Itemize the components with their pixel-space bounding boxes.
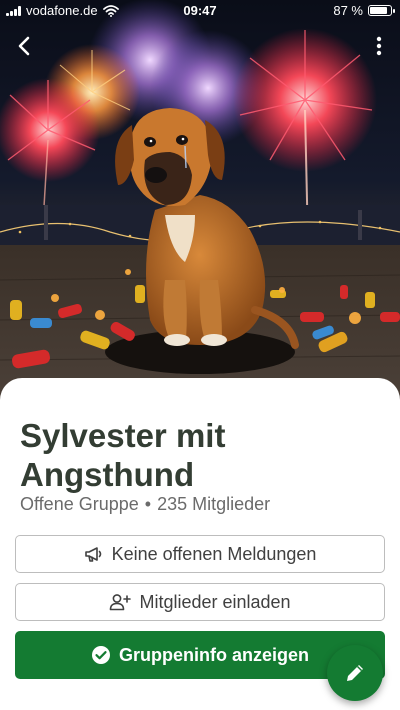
pencil-icon — [347, 665, 363, 681]
member-count: 235 Mitglieder — [157, 494, 271, 514]
battery-percent: 87 % — [333, 3, 363, 18]
battery-icon — [368, 5, 395, 16]
group-meta: Offene Gruppe • 235 Mitglieder — [20, 494, 270, 515]
back-button[interactable] — [12, 32, 36, 60]
chevron-left-icon — [18, 36, 30, 56]
more-options-button[interactable] — [372, 34, 386, 58]
vertical-dots-icon — [376, 36, 382, 56]
invite-members-label: Mitglieder einladen — [139, 591, 291, 612]
show-group-info-label: Gruppeninfo anzeigen — [118, 644, 309, 665]
invite-members-button[interactable]: Mitglieder einladen — [15, 583, 385, 621]
group-title: Sylvester mit Angsthund — [20, 417, 226, 493]
check-circle-icon — [91, 646, 110, 664]
group-cover-image — [0, 0, 400, 400]
cover-illustration — [0, 0, 400, 400]
meta-separator: • — [144, 494, 152, 514]
status-right: 87 % — [333, 3, 395, 18]
open-reports-button[interactable]: Keine offenen Meldungen — [15, 535, 385, 573]
megaphone-icon — [84, 547, 101, 562]
open-reports-label: Keine offenen Meldungen — [111, 543, 317, 564]
group-type: Offene Gruppe — [20, 494, 139, 514]
status-bar: vodafone.de 09:47 87 % — [0, 0, 400, 22]
add-user-icon — [110, 594, 132, 611]
battery-fill — [370, 7, 388, 14]
compose-fab[interactable] — [327, 645, 383, 701]
